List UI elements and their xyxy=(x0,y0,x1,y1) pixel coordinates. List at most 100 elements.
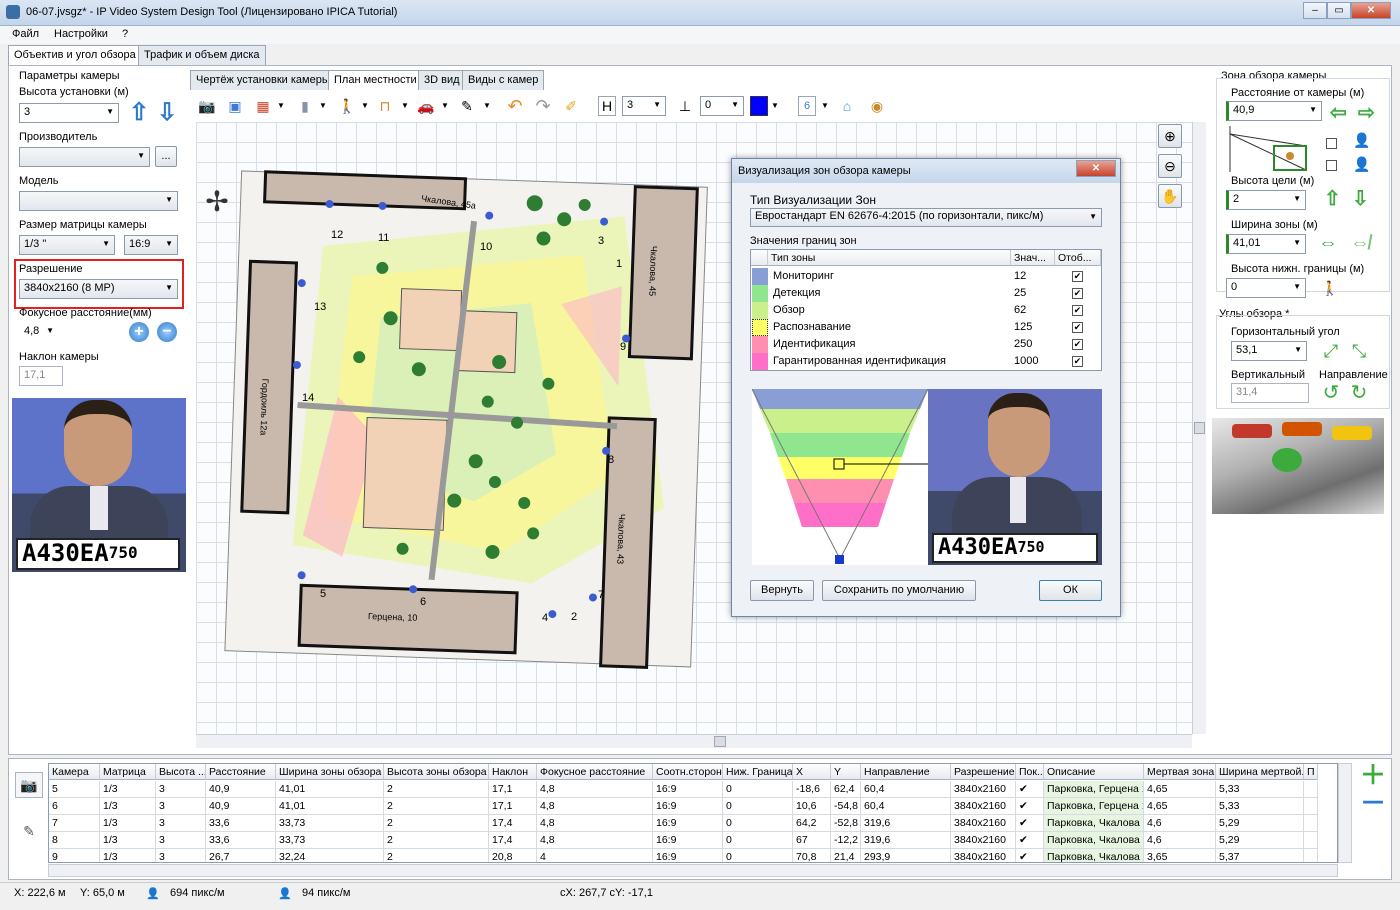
table-cell[interactable]: 16:9 xyxy=(653,781,723,798)
table-cell[interactable]: 10,6 xyxy=(793,798,831,815)
tab-3d[interactable]: 3D вид xyxy=(418,70,466,90)
add-camera-icon[interactable]: ＋ xyxy=(1360,762,1386,788)
zoom-out-focal-button[interactable]: − xyxy=(157,322,177,342)
table-cell[interactable]: 41,01 xyxy=(276,798,384,815)
h-angle-combo[interactable]: 53,1 ▼ xyxy=(1231,341,1307,361)
pan-hand-icon[interactable]: ✋ xyxy=(1158,184,1182,208)
table-cell[interactable]: 3840x2160 xyxy=(951,849,1016,862)
zone-show-checkbox[interactable]: ✔ xyxy=(1072,271,1083,282)
bench-tool-icon[interactable]: ⊓ xyxy=(374,96,396,116)
scroll-thumb[interactable] xyxy=(714,736,726,747)
height-combo[interactable]: 3 ▼ xyxy=(622,96,666,116)
table-cell[interactable]: 16:9 xyxy=(653,815,723,832)
table-cell[interactable]: 17,1 xyxy=(489,798,537,815)
distance-combo[interactable]: 40,9 ▼ xyxy=(1226,101,1322,121)
table-cell[interactable]: 5 xyxy=(49,781,100,798)
dialog-close-button[interactable]: ✕ xyxy=(1076,160,1116,177)
table-header-cell[interactable]: Фокусное расстояние xyxy=(537,764,653,780)
table-cell[interactable]: 1/3 xyxy=(100,798,156,815)
tab-lens[interactable]: Объектив и угол обзора xyxy=(8,45,142,66)
table-cell[interactable] xyxy=(1304,849,1318,862)
table-cell[interactable]: ✔ xyxy=(1016,815,1044,832)
table-cell[interactable]: 0 xyxy=(723,832,793,849)
rotate-left-icon[interactable]: ↺ xyxy=(1320,382,1342,404)
install-height-combo[interactable]: 3 ▼ xyxy=(19,103,119,123)
male-target-checkbox[interactable] xyxy=(1326,138,1337,149)
measure-list-icon[interactable]: ✎ xyxy=(15,818,43,844)
cylinder-tool-icon[interactable]: ▮ xyxy=(294,96,316,116)
close-button[interactable]: ✕ xyxy=(1351,2,1391,19)
chevron-down-icon[interactable]: ▼ xyxy=(482,96,492,116)
camera-tool-icon[interactable]: 📷 xyxy=(196,96,218,116)
table-cell[interactable]: 5,33 xyxy=(1216,781,1304,798)
table-cell[interactable]: 60,4 xyxy=(861,798,951,815)
car-tool-icon[interactable]: 🚗 xyxy=(414,96,438,116)
table-cell[interactable] xyxy=(1304,781,1318,798)
table-cell[interactable]: 62,4 xyxy=(831,781,861,798)
zone-row[interactable]: Идентификация 250 ✔ xyxy=(751,336,1101,353)
table-cell[interactable]: 16:9 xyxy=(653,849,723,862)
ok-button[interactable]: ОК xyxy=(1039,580,1102,601)
table-cell[interactable]: 33,73 xyxy=(276,832,384,849)
chevron-down-icon[interactable]: ▼ xyxy=(318,96,328,116)
tab-camera-views[interactable]: Виды с камер xyxy=(462,70,545,90)
table-cell[interactable]: 40,9 xyxy=(206,781,276,798)
zone-show-checkbox[interactable]: ✔ xyxy=(1072,288,1083,299)
table-cell[interactable]: ✔ xyxy=(1016,798,1044,815)
undo-icon[interactable]: ↶ xyxy=(504,96,526,116)
table-cell[interactable]: 40,9 xyxy=(206,798,276,815)
table-cell[interactable]: 67 xyxy=(793,832,831,849)
table-cell[interactable]: 3 xyxy=(156,815,206,832)
table-cell[interactable]: 4,8 xyxy=(537,781,653,798)
tilt-combo[interactable]: 0 ▼ xyxy=(700,96,744,116)
table-cell[interactable]: 60,4 xyxy=(861,781,951,798)
table-v-scrollbar[interactable] xyxy=(1338,763,1352,863)
table-cell[interactable]: 2 xyxy=(384,781,489,798)
table-cell[interactable]: 3840x2160 xyxy=(951,798,1016,815)
table-header-cell[interactable]: Расстояние xyxy=(206,764,276,780)
table-cell[interactable]: 4,8 xyxy=(537,815,653,832)
chevron-down-icon[interactable]: ▼ xyxy=(820,96,830,116)
measure-tool-icon[interactable]: ✎ xyxy=(456,96,478,116)
vertical-scrollbar[interactable] xyxy=(1192,122,1206,734)
table-header-cell[interactable]: X xyxy=(793,764,831,780)
table-cell[interactable]: 3840x2160 xyxy=(951,832,1016,849)
table-cell[interactable]: 33,6 xyxy=(206,832,276,849)
table-cell[interactable]: Парковка, Герцена 10 xyxy=(1044,798,1144,815)
table-header-cell[interactable]: Описание xyxy=(1044,764,1144,780)
table-cell[interactable]: 21,4 xyxy=(831,849,861,862)
zone-show-checkbox[interactable]: ✔ xyxy=(1072,356,1083,367)
table-cell[interactable]: 4,65 xyxy=(1144,781,1216,798)
table-header-cell[interactable]: Направление xyxy=(861,764,951,780)
zoom-out-icon[interactable]: ⊖ xyxy=(1158,154,1182,178)
table-cell[interactable]: 9 xyxy=(49,849,100,862)
clear-icon[interactable]: ✐ xyxy=(560,96,582,116)
table-header-cell[interactable]: П xyxy=(1304,764,1318,780)
table-cell[interactable]: 3840x2160 xyxy=(951,781,1016,798)
zone-row[interactable]: Обзор 62 ✔ xyxy=(751,302,1101,319)
table-cell[interactable]: ✔ xyxy=(1016,849,1044,862)
table-cell[interactable]: 17,1 xyxy=(489,781,537,798)
browse-button[interactable]: ... xyxy=(155,146,177,167)
table-cell[interactable]: -54,8 xyxy=(831,798,861,815)
table-cell[interactable]: 33,6 xyxy=(206,815,276,832)
lower-bound-combo[interactable]: 0 ▼ xyxy=(1226,278,1306,298)
table-cell[interactable]: 8 xyxy=(49,832,100,849)
table-h-scrollbar[interactable] xyxy=(48,864,1338,877)
table-cell[interactable]: 4,8 xyxy=(537,832,653,849)
chevron-down-icon[interactable]: ▼ xyxy=(400,96,410,116)
table-cell[interactable]: 5,29 xyxy=(1216,832,1304,849)
table-header-cell[interactable]: Наклон xyxy=(489,764,537,780)
minimize-button[interactable]: – xyxy=(1303,2,1327,19)
tape-measure-icon[interactable]: ◉ xyxy=(866,96,888,116)
height-down-icon[interactable]: ⇩ xyxy=(1352,186,1369,211)
resolution-combo[interactable]: 3840x2160 (8 MP) ▼ xyxy=(19,279,178,299)
table-cell[interactable]: 4,6 xyxy=(1144,815,1216,832)
table-cell[interactable]: Парковка, Чкалова 43 xyxy=(1044,832,1144,849)
table-cell[interactable]: 2 xyxy=(384,815,489,832)
table-header-cell[interactable]: Ширина мертвой... xyxy=(1216,764,1304,780)
table-cell[interactable] xyxy=(1304,798,1318,815)
wall-tool-icon[interactable]: ▦ xyxy=(252,96,274,116)
table-cell[interactable]: 7 xyxy=(49,815,100,832)
zoom-in-focal-button[interactable]: + xyxy=(129,322,149,342)
